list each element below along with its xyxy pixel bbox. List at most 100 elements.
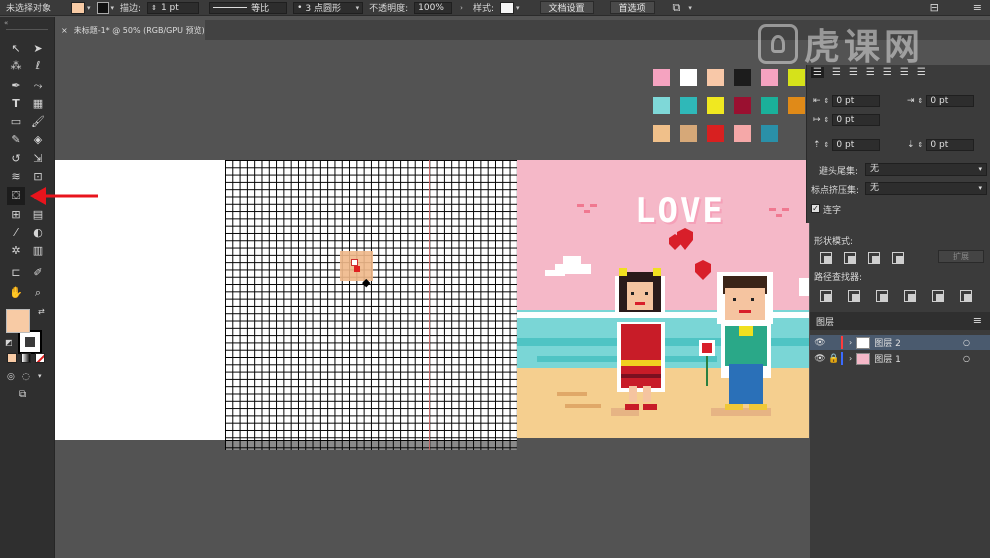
stepper-icon[interactable]: ⇕: [824, 116, 830, 124]
minus-front-icon[interactable]: [844, 252, 856, 264]
magic-wand-tool-icon[interactable]: ⁂: [8, 58, 24, 74]
stroke-swatch-tools[interactable]: [18, 330, 42, 354]
align-icon[interactable]: ⊟: [930, 1, 939, 14]
expand-layer-icon[interactable]: ›: [849, 354, 852, 363]
swatch-cell[interactable]: [734, 97, 751, 114]
stroke-swatch[interactable]: [96, 1, 109, 14]
trim-icon[interactable]: [848, 290, 860, 302]
swatch-cell[interactable]: [734, 69, 751, 86]
swatch-cell[interactable]: [761, 125, 778, 142]
symbol-sprayer-tool-icon[interactable]: ✲: [8, 243, 24, 259]
visibility-eye-icon[interactable]: 👁: [813, 338, 827, 348]
none-mode-icon[interactable]: [35, 353, 45, 363]
warp-tool-icon[interactable]: ≋: [8, 169, 24, 185]
kinsoku-select[interactable]: 无 ▾: [865, 163, 987, 176]
lock-icon[interactable]: 🔒: [827, 354, 841, 364]
arrange-icon[interactable]: ⧉: [673, 1, 681, 15]
justify-center-icon[interactable]: ☰: [883, 67, 892, 78]
eraser-tool-icon[interactable]: ◈: [30, 132, 46, 148]
draw-normal-icon[interactable]: ◎: [7, 372, 15, 382]
mesh-tool-icon[interactable]: ⊞: [8, 207, 24, 223]
visibility-eye-icon[interactable]: 👁: [813, 354, 827, 364]
swap-colors-icon[interactable]: ⇄: [38, 307, 45, 316]
swatch-cell[interactable]: [707, 125, 724, 142]
opacity-field[interactable]: 100%: [414, 1, 453, 14]
swatch-cell[interactable]: [707, 97, 724, 114]
document-setup-button[interactable]: 文档设置: [539, 1, 594, 14]
collapse-icon[interactable]: «: [4, 19, 8, 27]
stroke-control[interactable]: ▾: [96, 1, 115, 14]
style-control[interactable]: ▾: [500, 1, 520, 14]
left-indent-field[interactable]: 0 pt: [832, 95, 881, 107]
align-right-icon[interactable]: ☰: [849, 67, 858, 78]
scale-tool-icon[interactable]: ⇲: [30, 151, 46, 167]
exclude-icon[interactable]: [892, 252, 904, 264]
panel-menu-icon[interactable]: ≡: [973, 314, 982, 327]
justify-all-icon[interactable]: ☰: [917, 67, 926, 78]
free-transform-tool-icon[interactable]: ⊡: [30, 169, 46, 185]
shaper-tool-icon[interactable]: ✎: [8, 132, 24, 148]
brush-select[interactable]: • 3 点圆形 ▾: [293, 1, 364, 14]
fill-control[interactable]: ▾: [71, 1, 91, 14]
panel-menu-icon[interactable]: ≡: [973, 1, 982, 14]
swatch-cell[interactable]: [680, 69, 697, 86]
chevron-down-icon[interactable]: ▾: [978, 164, 982, 175]
first-line-indent-field[interactable]: 0 pt: [832, 114, 881, 126]
zoom-tool-icon[interactable]: ⌕: [30, 285, 46, 301]
hyphenate-checkbox[interactable]: ✓: [811, 204, 820, 213]
align-left-icon[interactable]: ☰: [811, 67, 824, 78]
paintbrush-tool-icon[interactable]: 🖌: [30, 114, 46, 130]
pen-tool-icon[interactable]: ✒: [8, 78, 24, 94]
mojikumi-select[interactable]: 无 ▾: [865, 182, 987, 195]
type-tool-icon[interactable]: T: [8, 96, 24, 112]
preferences-button[interactable]: 首选项: [609, 1, 655, 14]
swatch-cell[interactable]: [707, 69, 724, 86]
right-indent-field[interactable]: 0 pt: [926, 95, 975, 107]
live-paint-bucket-tool-icon[interactable]: ⛋: [8, 188, 24, 204]
chevron-down-icon[interactable]: ▾: [516, 4, 520, 12]
justify-left-icon[interactable]: ☰: [866, 67, 875, 78]
stepper-icon[interactable]: ⇕: [918, 97, 924, 105]
chevron-down-icon[interactable]: ▾: [38, 372, 42, 380]
screen-mode-icon[interactable]: ⧉: [19, 389, 26, 400]
chevron-down-icon[interactable]: ▾: [87, 4, 91, 12]
swatch-cell[interactable]: [680, 125, 697, 142]
slice-tool-icon[interactable]: ✐: [30, 265, 46, 281]
gradient-tool-icon[interactable]: ▤: [30, 207, 46, 223]
default-colors-icon[interactable]: ◩: [5, 338, 13, 347]
target-circle-icon[interactable]: ○: [963, 338, 970, 347]
curvature-tool-icon[interactable]: ⤳: [30, 78, 46, 94]
swatch-cell[interactable]: [788, 69, 805, 86]
crop-icon[interactable]: [904, 290, 916, 302]
close-tab-icon[interactable]: ×: [61, 26, 68, 35]
stepper-icon[interactable]: ⇕: [824, 141, 830, 149]
layer-name[interactable]: 图层 2: [874, 336, 901, 349]
layer-row[interactable]: 👁 🔒 › 图层 1 ○: [810, 351, 990, 366]
swatch-cell[interactable]: [653, 69, 670, 86]
align-center-icon[interactable]: ☰: [832, 67, 841, 78]
stepper-icon[interactable]: ⇕: [824, 97, 830, 105]
style-swatch[interactable]: [500, 1, 514, 14]
pixel-illustration[interactable]: LOVE: [517, 160, 809, 438]
chevron-down-icon[interactable]: ▾: [978, 183, 982, 194]
color-mode-icon[interactable]: [7, 353, 17, 363]
expand-layer-icon[interactable]: ›: [849, 338, 852, 347]
layer-name[interactable]: 图层 1: [874, 352, 901, 365]
chevron-down-icon[interactable]: ▾: [111, 4, 115, 12]
intersect-icon[interactable]: [868, 252, 880, 264]
swatch-cell[interactable]: [788, 97, 805, 114]
chevron-right-icon[interactable]: ›: [460, 4, 463, 12]
divide-icon[interactable]: [820, 290, 832, 302]
fill-swatch-tools[interactable]: [6, 309, 30, 333]
column-graph-tool-icon[interactable]: ▥: [30, 243, 46, 259]
minus-back-icon[interactable]: [960, 290, 972, 302]
swatch-cell[interactable]: [680, 97, 697, 114]
eyedropper-tool-icon[interactable]: ⁄: [8, 225, 24, 241]
space-before-field[interactable]: 0 pt: [832, 139, 881, 151]
layers-panel-title[interactable]: 图层: [816, 315, 834, 328]
swatch-cell[interactable]: [734, 125, 751, 142]
direct-selection-tool-icon[interactable]: ➤: [30, 41, 46, 57]
justify-right-icon[interactable]: ☰: [900, 67, 909, 78]
swatch-cell[interactable]: [653, 97, 670, 114]
target-circle-icon[interactable]: ○: [963, 354, 970, 363]
